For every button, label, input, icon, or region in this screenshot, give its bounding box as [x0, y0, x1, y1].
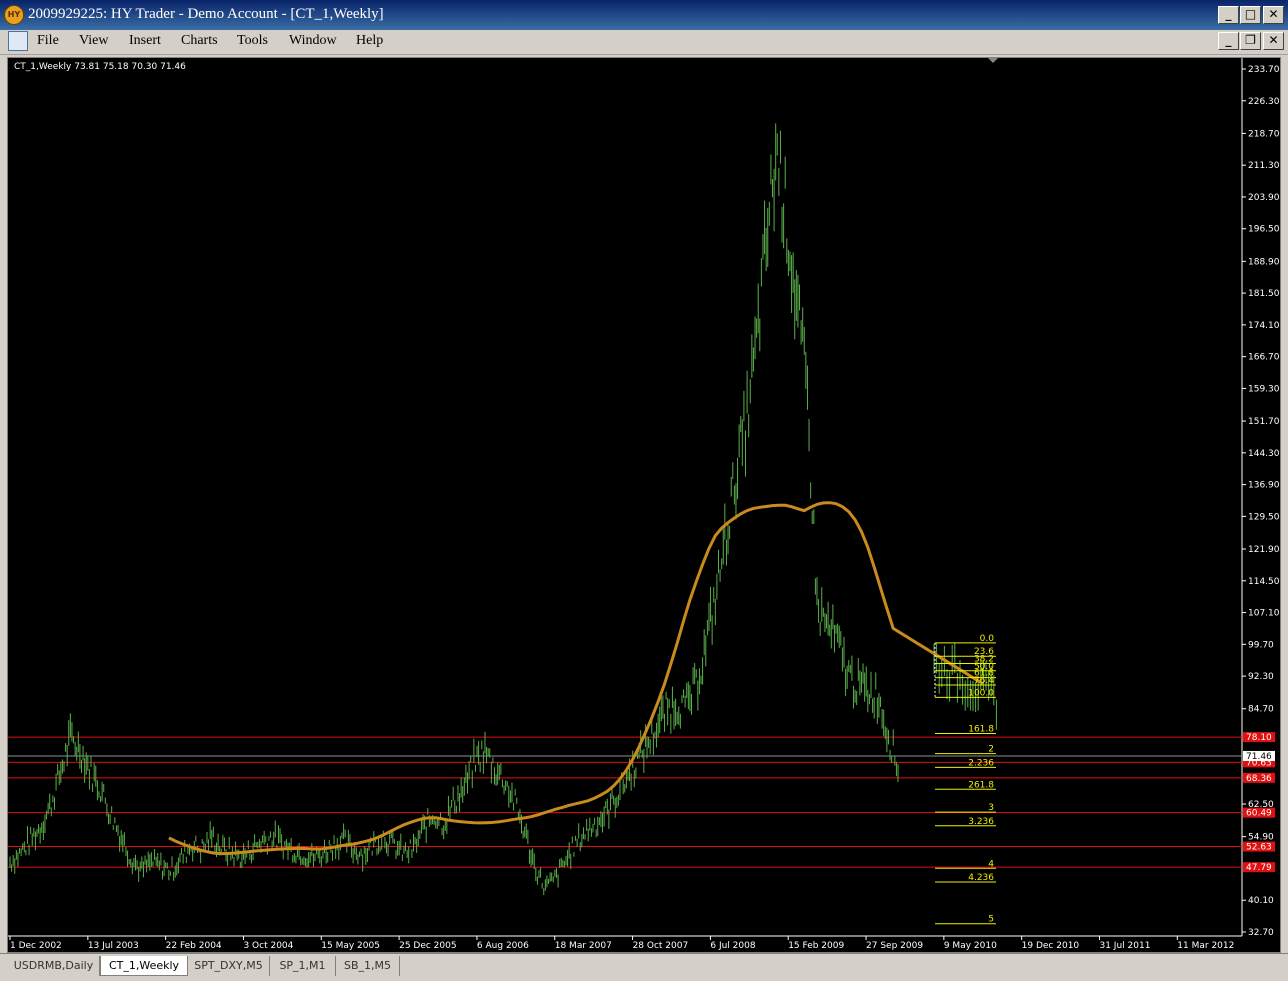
- price-tick-label: 121.90: [1248, 545, 1280, 555]
- price-tick-label: 181.50: [1248, 289, 1280, 299]
- date-tick-label: 18 Mar 2007: [555, 941, 612, 951]
- price-tick-label: 84.70: [1248, 705, 1274, 715]
- date-tick-label: 28 Oct 2007: [633, 941, 689, 951]
- menu-bar: File View Insert Charts Tools Window Hel…: [0, 30, 1288, 55]
- menu-file[interactable]: File: [37, 33, 59, 49]
- fib-level-label: 0.0: [980, 634, 995, 644]
- date-tick-label: 15 May 2005: [321, 941, 380, 951]
- fib-level-label: 3.236: [968, 817, 994, 827]
- fib-level-label: 4: [988, 859, 994, 869]
- chart-canvas[interactable]: 233.70 226.30 218.70 211.30 203.90 196.50 188.…: [8, 58, 1280, 952]
- date-tick-label: 22 Feb 2004: [166, 941, 222, 951]
- price-tick-label: 159.30: [1248, 384, 1280, 394]
- chart-shift-marker-icon[interactable]: [988, 58, 998, 63]
- price-tick-label: 211.30: [1248, 161, 1280, 171]
- price-tick-label: 166.70: [1248, 353, 1280, 363]
- date-tick-label: 9 May 2010: [944, 941, 997, 951]
- price-tick-label: 136.90: [1248, 481, 1280, 491]
- tab-usdrmb-daily[interactable]: USDRMB,Daily: [8, 956, 100, 976]
- price-tick-label: 92.30: [1248, 672, 1274, 682]
- fib-level-label: 5: [988, 915, 994, 925]
- price-tick-label: 99.70: [1248, 640, 1274, 650]
- bid-price-label: 71.46: [1246, 752, 1272, 762]
- chart-document-icon[interactable]: [8, 31, 28, 51]
- date-tick-label: 1 Dec 2002: [10, 941, 62, 951]
- date-tick-label: 11 Mar 2012: [1177, 941, 1234, 951]
- date-tick-label: 3 Oct 2004: [243, 941, 293, 951]
- date-tick-label: 31 Jul 2011: [1099, 941, 1150, 951]
- date-tick-label: 27 Sep 2009: [866, 941, 923, 951]
- level-price-label: 52.63: [1246, 843, 1272, 853]
- level-price-label: 68.36: [1246, 774, 1272, 784]
- title-bar: HY 2009929225: HY Trader - Demo Account …: [0, 0, 1288, 30]
- fib-level-label: 2: [988, 745, 994, 755]
- fib-level-label: 2.236: [968, 758, 994, 768]
- doc-minimize-button[interactable]: _: [1218, 32, 1239, 50]
- price-tick-label: 203.90: [1248, 193, 1280, 203]
- date-tick-label: 25 Dec 2005: [399, 941, 457, 951]
- fib-level-label: 4.236: [968, 873, 994, 883]
- price-tick-label: 129.50: [1248, 512, 1280, 522]
- price-tick-label: 40.10: [1248, 896, 1274, 906]
- tab-ct1-weekly[interactable]: CT_1,Weekly: [100, 956, 188, 976]
- level-price-label: 60.49: [1246, 809, 1272, 819]
- price-tick-label: 151.70: [1248, 417, 1280, 427]
- level-price-label: 47.79: [1246, 863, 1272, 873]
- fib-level-label: 161.8: [968, 724, 994, 734]
- price-tick-label: 196.50: [1248, 225, 1280, 235]
- menu-help[interactable]: Help: [356, 33, 383, 49]
- price-tick-label: 218.70: [1248, 129, 1280, 139]
- fib-level-label: 3: [988, 803, 994, 813]
- app-logo-icon[interactable]: HY: [4, 5, 24, 25]
- price-tick-label: 54.90: [1248, 833, 1274, 843]
- price-tick-label: 226.30: [1248, 97, 1280, 107]
- price-tick-label: 174.10: [1248, 321, 1280, 331]
- fib-level-label: 261.8: [968, 780, 994, 790]
- date-tick-label: 19 Dec 2010: [1022, 941, 1080, 951]
- price-tick-label: 188.90: [1248, 257, 1280, 267]
- tab-spt-dxy-m5[interactable]: SPT_DXY,M5: [188, 956, 270, 976]
- price-tick-label: 32.70: [1248, 928, 1274, 938]
- tab-sb1-m5[interactable]: SB_1,M5: [336, 956, 400, 976]
- chart-tab-bar: USDRMB,Daily CT_1,Weekly SPT_DXY,M5 SP_1…: [0, 953, 1288, 981]
- price-tick-label: 233.70: [1248, 65, 1280, 75]
- price-tick-label: 114.50: [1248, 577, 1280, 587]
- date-tick-label: 13 Jul 2003: [88, 941, 139, 951]
- close-button[interactable]: ✕: [1263, 6, 1284, 24]
- fib-level-label: 76.4: [974, 676, 994, 686]
- moving-average-line: [168, 501, 984, 856]
- price-tick-label: 107.10: [1248, 609, 1280, 619]
- minimize-button[interactable]: _: [1218, 6, 1239, 24]
- fib-level-label: 100.0: [968, 688, 994, 698]
- menu-view[interactable]: View: [79, 33, 108, 49]
- date-tick-label: 15 Feb 2009: [788, 941, 844, 951]
- tab-sp1-m1[interactable]: SP_1,M1: [270, 956, 336, 976]
- date-tick-label: 6 Aug 2006: [477, 941, 529, 951]
- menu-window[interactable]: Window: [289, 33, 337, 49]
- menu-charts[interactable]: Charts: [181, 33, 218, 49]
- menu-insert[interactable]: Insert: [129, 33, 161, 49]
- level-price-label: 78.10: [1246, 733, 1272, 743]
- window-title: 2009929225: HY Trader - Demo Account - […: [28, 6, 384, 22]
- maximize-button[interactable]: □: [1240, 6, 1261, 24]
- doc-close-button[interactable]: ✕: [1263, 32, 1284, 50]
- price-chart[interactable]: 233.70 226.30 218.70 211.30 203.90 196.50 188.…: [7, 57, 1281, 953]
- menu-tools[interactable]: Tools: [237, 33, 268, 49]
- date-tick-label: 6 Jul 2008: [710, 941, 755, 951]
- price-tick-label: 144.30: [1248, 449, 1280, 459]
- doc-restore-button[interactable]: ❐: [1240, 32, 1261, 50]
- chart-symbol-header: CT_1,Weekly 73.81 75.18 70.30 71.46: [14, 62, 186, 72]
